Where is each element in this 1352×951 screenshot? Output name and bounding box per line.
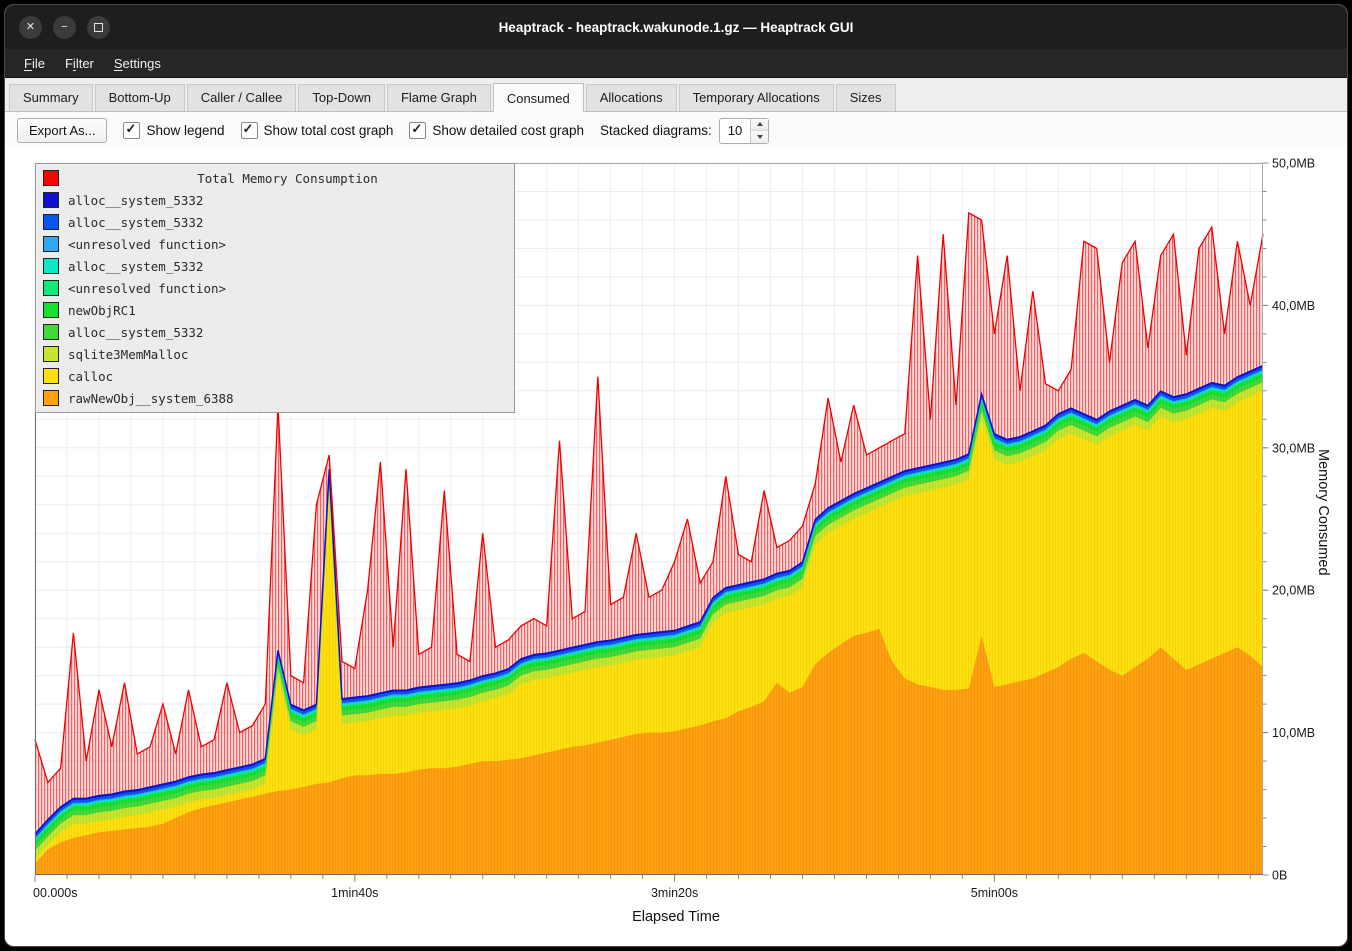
legend-label: <unresolved function> [68, 281, 226, 296]
legend-swatch [43, 280, 59, 296]
legend-swatch [43, 302, 59, 318]
tab-sizes[interactable]: Sizes [836, 84, 896, 111]
legend-title: Total Memory Consumption [68, 171, 507, 186]
tabbar: SummaryBottom-UpCaller / CalleeTop-DownF… [5, 78, 1347, 112]
chart-region: Total Memory Consumption alloc__system_53… [5, 149, 1347, 946]
tab-summary[interactable]: Summary [9, 84, 93, 111]
y-tick-label: 10,0MB [1272, 726, 1315, 740]
toolbar: Export As... Show legend Show total cost … [5, 112, 1347, 149]
legend-item: alloc__system_5332 [40, 255, 510, 277]
x-tick-label: 1min40s [331, 886, 378, 900]
chevron-up-icon [757, 122, 763, 126]
y-tick-label: 40,0MB [1272, 299, 1315, 313]
maximize-icon [94, 23, 103, 32]
menu-filter[interactable]: Filter [56, 53, 103, 74]
export-as-button[interactable]: Export As... [17, 118, 107, 143]
legend-swatch [43, 368, 59, 384]
checkbox-label: Show legend [146, 123, 224, 138]
y-tick-label: 30,0MB [1272, 441, 1315, 455]
checkbox-box [409, 122, 426, 139]
spin-down-button[interactable] [751, 130, 768, 143]
legend-item: <unresolved function> [40, 277, 510, 299]
x-tick-label: 3min20s [651, 886, 698, 900]
legend-swatch [43, 170, 59, 186]
legend-item: sqlite3MemMalloc [40, 343, 510, 365]
y-tick-label: 20,0MB [1272, 584, 1315, 598]
stacked-diagrams-label: Stacked diagrams: [600, 123, 712, 138]
tab-caller-callee[interactable]: Caller / Callee [187, 84, 297, 111]
legend-swatch [43, 258, 59, 274]
stacked-diagrams-spinbox[interactable]: 10 [719, 118, 769, 144]
toolbar-checkboxes: Show legend Show total cost graph Show det… [123, 122, 584, 139]
x-tick-label: 5min00s [971, 886, 1018, 900]
spin-up-button[interactable] [751, 119, 768, 131]
window-controls: ✕ − [19, 5, 110, 49]
tab-bottom-up[interactable]: Bottom-Up [95, 84, 185, 111]
spin-buttons [750, 119, 768, 143]
legend-item: <unresolved function> [40, 233, 510, 255]
maximize-button[interactable] [87, 16, 110, 39]
legend-swatch [43, 192, 59, 208]
tab-top-down[interactable]: Top-Down [298, 84, 385, 111]
legend-label: <unresolved function> [68, 237, 226, 252]
menubar: FileFilterSettings [5, 49, 1347, 78]
stacked-diagrams-value: 10 [720, 119, 750, 143]
chevron-down-icon [757, 135, 763, 139]
checkbox-show-legend[interactable]: Show legend [123, 122, 224, 139]
legend-item: alloc__system_5332 [40, 189, 510, 211]
legend-swatch [43, 214, 59, 230]
checkbox-show-total-cost-graph[interactable]: Show total cost graph [241, 122, 394, 139]
tab-flame-graph[interactable]: Flame Graph [387, 84, 491, 111]
minimize-button[interactable]: − [53, 16, 76, 39]
chart-legend: Total Memory Consumption alloc__system_53… [35, 163, 515, 413]
legend-label: rawNewObj__system_6388 [68, 391, 234, 406]
legend-title-row: Total Memory Consumption [40, 167, 510, 189]
stacked-diagrams-control: Stacked diagrams: 10 [600, 118, 769, 144]
tab-consumed[interactable]: Consumed [493, 83, 584, 112]
minimize-icon: − [61, 22, 67, 33]
legend-label: alloc__system_5332 [68, 259, 203, 274]
legend-item: rawNewObj__system_6388 [40, 387, 510, 409]
legend-item: alloc__system_5332 [40, 321, 510, 343]
legend-label: calloc [68, 369, 113, 384]
x-tick-label: 00.000s [33, 886, 77, 900]
window-title: Heaptrack - heaptrack.wakunode.1.gz — He… [499, 20, 854, 35]
checkbox-label: Show detailed cost graph [432, 123, 584, 138]
checkbox-box [123, 122, 140, 139]
y-tick-label: 0B [1272, 869, 1287, 883]
legend-swatch [43, 236, 59, 252]
legend-label: newObjRC1 [68, 303, 136, 318]
close-icon: ✕ [26, 22, 35, 33]
legend-item: newObjRC1 [40, 299, 510, 321]
tab-allocations[interactable]: Allocations [586, 84, 677, 111]
checkbox-show-detailed-cost-graph[interactable]: Show detailed cost graph [409, 122, 584, 139]
legend-label: alloc__system_5332 [68, 193, 203, 208]
legend-label: alloc__system_5332 [68, 325, 203, 340]
tab-temporary-allocations[interactable]: Temporary Allocations [679, 84, 834, 111]
legend-label: alloc__system_5332 [68, 215, 203, 230]
legend-swatch [43, 346, 59, 362]
y-axis-title: Memory Consumed [1315, 449, 1331, 576]
close-button[interactable]: ✕ [19, 16, 42, 39]
legend-item: calloc [40, 365, 510, 387]
checkbox-box [241, 122, 258, 139]
x-axis-title: Elapsed Time [5, 909, 1347, 925]
legend-item: alloc__system_5332 [40, 211, 510, 233]
legend-swatch [43, 324, 59, 340]
y-tick-label: 50,0MB [1272, 157, 1315, 171]
menu-settings[interactable]: Settings [105, 53, 170, 74]
legend-swatch [43, 390, 59, 406]
menu-file[interactable]: File [15, 53, 54, 74]
heaptrack-window: ✕ − Heaptrack - heaptrack.wakunode.1.gz … [4, 4, 1348, 947]
titlebar[interactable]: ✕ − Heaptrack - heaptrack.wakunode.1.gz … [5, 5, 1347, 49]
checkbox-label: Show total cost graph [264, 123, 394, 138]
legend-label: sqlite3MemMalloc [68, 347, 188, 362]
